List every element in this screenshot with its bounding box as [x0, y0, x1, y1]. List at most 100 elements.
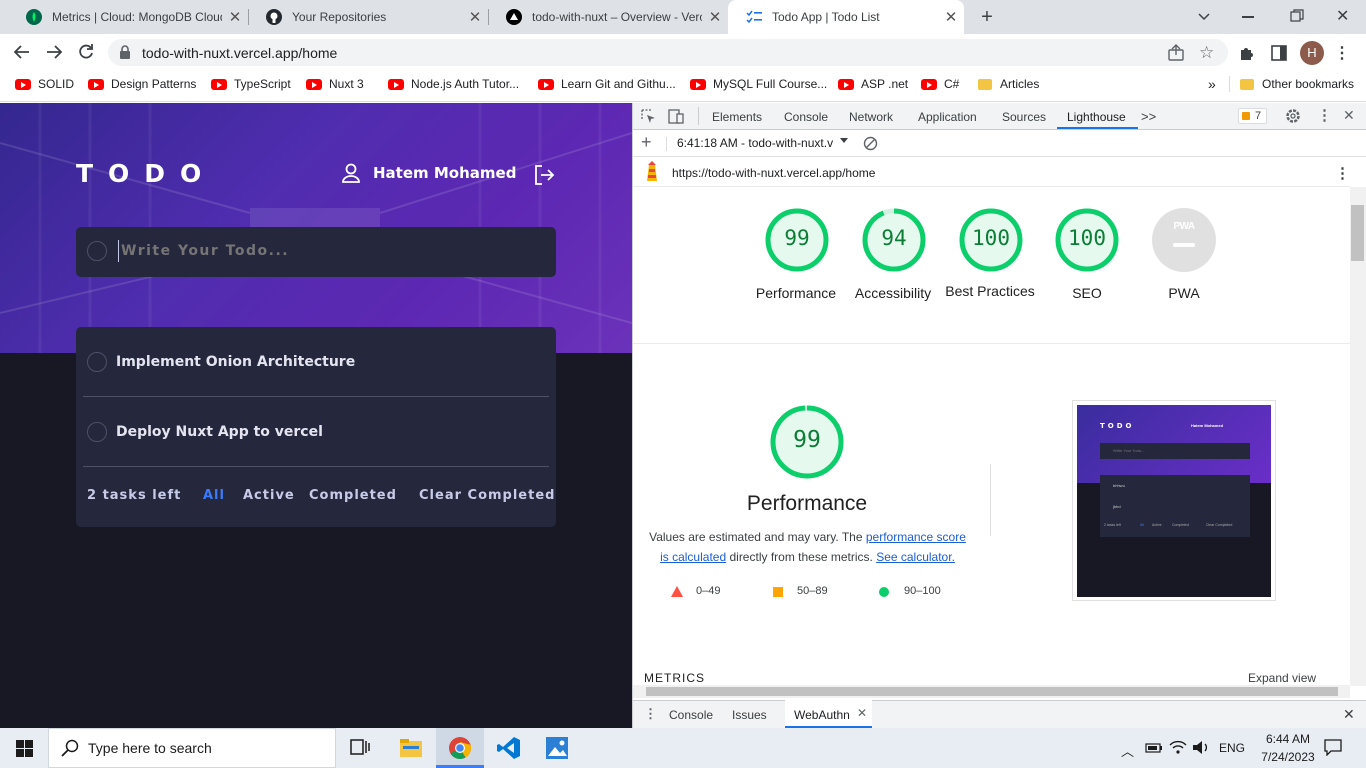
- inspect-element-icon[interactable]: [641, 109, 656, 124]
- notifications-icon[interactable]: [1324, 739, 1342, 756]
- report-menu-icon[interactable]: ⋮: [1335, 164, 1350, 182]
- bookmark-solid[interactable]: SOLID: [15, 70, 74, 98]
- clear-report-icon[interactable]: [863, 136, 878, 151]
- devtools-tab-lighthouse[interactable]: Lighthouse: [1067, 103, 1126, 130]
- todo-item[interactable]: Implement Onion Architecture: [76, 327, 556, 397]
- extensions-puzzle-icon[interactable]: [1238, 44, 1256, 62]
- youtube-icon: [690, 78, 706, 90]
- issues-badge[interactable]: 7: [1238, 108, 1267, 124]
- devtools-tab-sources[interactable]: Sources: [1002, 103, 1046, 130]
- battery-icon[interactable]: [1145, 741, 1163, 755]
- clock-date[interactable]: 7/24/2023: [1252, 750, 1324, 764]
- device-toolbar-icon[interactable]: [668, 109, 684, 124]
- seo-gauge[interactable]: 100: [1055, 208, 1119, 272]
- devtools-menu-icon[interactable]: ⋮: [1317, 106, 1332, 124]
- report-dropdown-arrow-icon[interactable]: [840, 138, 848, 144]
- clear-completed-button[interactable]: Clear Completed: [419, 488, 555, 503]
- bookmark-aspnet[interactable]: ASP .net: [838, 70, 908, 98]
- tab-search-chevron-icon[interactable]: [1196, 8, 1212, 24]
- browser-tab-github[interactable]: Your Repositories ✕: [248, 0, 488, 34]
- devtools-tab-console[interactable]: Console: [784, 103, 828, 130]
- accessibility-gauge[interactable]: 94: [862, 208, 926, 272]
- devtools-tab-network[interactable]: Network: [849, 103, 893, 130]
- task-view-icon[interactable]: [350, 739, 370, 757]
- close-window-icon[interactable]: ✕: [1336, 6, 1349, 26]
- todo-item-checkbox[interactable]: [87, 352, 107, 372]
- settings-gear-icon[interactable]: [1285, 108, 1301, 124]
- todo-item-text: Deploy Nuxt App to vercel: [116, 424, 323, 440]
- browser-tab-todo-app[interactable]: Todo App | Todo List ✕: [728, 0, 964, 34]
- address-url-text: todo-with-nuxt.vercel.app/home: [142, 45, 338, 61]
- logout-icon[interactable]: [533, 164, 555, 186]
- close-tab-icon[interactable]: ✕: [222, 8, 248, 26]
- profile-avatar[interactable]: H: [1300, 41, 1324, 65]
- photos-icon[interactable]: [546, 737, 568, 759]
- todo-item-checkbox[interactable]: [87, 422, 107, 442]
- filter-active[interactable]: Active: [243, 488, 295, 503]
- share-icon[interactable]: [1167, 44, 1185, 62]
- vscode-icon[interactable]: [497, 736, 521, 760]
- file-explorer-icon[interactable]: [400, 739, 422, 757]
- see-calculator-link[interactable]: See calculator.: [876, 550, 955, 564]
- vertical-scrollbar-thumb[interactable]: [1351, 205, 1364, 261]
- drawer-tab-webauthn[interactable]: WebAuthn ✕: [785, 700, 872, 728]
- volume-icon[interactable]: [1192, 740, 1210, 755]
- close-devtools-icon[interactable]: ✕: [1343, 107, 1355, 124]
- close-tab-icon[interactable]: ✕: [702, 8, 728, 26]
- average-square-icon: [773, 587, 783, 597]
- expand-view-toggle[interactable]: Expand view: [1248, 671, 1316, 685]
- new-todo-input[interactable]: [118, 240, 538, 262]
- side-panel-icon[interactable]: [1271, 45, 1287, 61]
- language-indicator[interactable]: ENG: [1219, 741, 1245, 755]
- vertical-scrollbar[interactable]: [1350, 187, 1366, 686]
- lock-icon[interactable]: [119, 45, 131, 59]
- new-report-plus-icon[interactable]: +: [641, 132, 652, 153]
- pwa-gauge[interactable]: PWA: [1152, 208, 1216, 272]
- browser-tab-vercel[interactable]: todo-with-nuxt – Overview - Verc ✕: [488, 0, 728, 34]
- wifi-icon[interactable]: [1169, 740, 1187, 755]
- browser-tab-mongodb[interactable]: Metrics | Cloud: MongoDB Cloud ✕: [8, 0, 248, 34]
- todo-item[interactable]: Deploy Nuxt App to vercel: [76, 397, 556, 467]
- new-todo-checkbox[interactable]: [87, 241, 107, 261]
- new-tab-plus-icon[interactable]: +: [976, 6, 998, 28]
- horizontal-scrollbar-thumb[interactable]: [646, 687, 1338, 696]
- more-tabs-chevron[interactable]: >>: [1141, 103, 1156, 130]
- reload-icon[interactable]: [77, 43, 95, 61]
- filter-completed[interactable]: Completed: [309, 488, 397, 503]
- bookmark-typescript[interactable]: TypeScript: [211, 70, 291, 98]
- restore-window-icon[interactable]: [1290, 9, 1304, 23]
- forward-arrow-icon[interactable]: [44, 43, 64, 61]
- drawer-tab-issues[interactable]: Issues: [732, 708, 767, 722]
- bookmark-other-folder[interactable]: Other bookmarks: [1240, 70, 1354, 98]
- devtools-tab-elements[interactable]: Elements: [712, 103, 762, 130]
- show-hidden-icons-chevron[interactable]: ︿: [1121, 741, 1134, 760]
- report-selector[interactable]: 6:41:18 AM - todo-with-nuxt.v: [677, 136, 833, 150]
- bookmark-mysql[interactable]: MySQL Full Course...: [690, 70, 827, 98]
- bookmark-design-patterns[interactable]: Design Patterns: [88, 70, 196, 98]
- bookmark-csharp[interactable]: C#: [921, 70, 959, 98]
- bookmark-nodejs-auth[interactable]: Node.js Auth Tutor...: [388, 70, 519, 98]
- back-arrow-icon[interactable]: [12, 43, 32, 61]
- bookmark-nuxt3[interactable]: Nuxt 3: [306, 70, 364, 98]
- close-drawer-icon[interactable]: ✕: [1343, 706, 1355, 723]
- bookmark-articles-folder[interactable]: Articles: [978, 70, 1039, 98]
- minimize-window-icon[interactable]: [1242, 16, 1254, 18]
- windows-start-icon[interactable]: [16, 740, 33, 757]
- devtools-tab-application[interactable]: Application: [918, 103, 977, 130]
- best-practices-gauge[interactable]: 100: [959, 208, 1023, 272]
- drawer-tab-console[interactable]: Console: [669, 708, 713, 722]
- bookmark-star-icon[interactable]: ☆: [1199, 43, 1214, 63]
- final-screenshot-thumbnail[interactable]: TODO Hatem Mohamed Write Your Todo... bh…: [1072, 400, 1276, 601]
- close-drawer-tab-icon[interactable]: ✕: [857, 706, 867, 720]
- devtools-divider: [698, 107, 699, 125]
- close-tab-icon[interactable]: ✕: [938, 8, 964, 26]
- checklist-icon: [746, 9, 762, 25]
- performance-gauge[interactable]: 99: [765, 208, 829, 272]
- bookmarks-overflow-chevron[interactable]: »: [1208, 70, 1216, 98]
- filter-all[interactable]: All: [203, 488, 225, 503]
- chrome-menu-icon[interactable]: ⋮: [1334, 43, 1350, 63]
- close-tab-icon[interactable]: ✕: [462, 8, 488, 26]
- drawer-menu-icon[interactable]: ⋮: [644, 706, 657, 722]
- bookmark-learn-git[interactable]: Learn Git and Githu...: [538, 70, 676, 98]
- clock-time[interactable]: 6:44 AM: [1258, 732, 1318, 746]
